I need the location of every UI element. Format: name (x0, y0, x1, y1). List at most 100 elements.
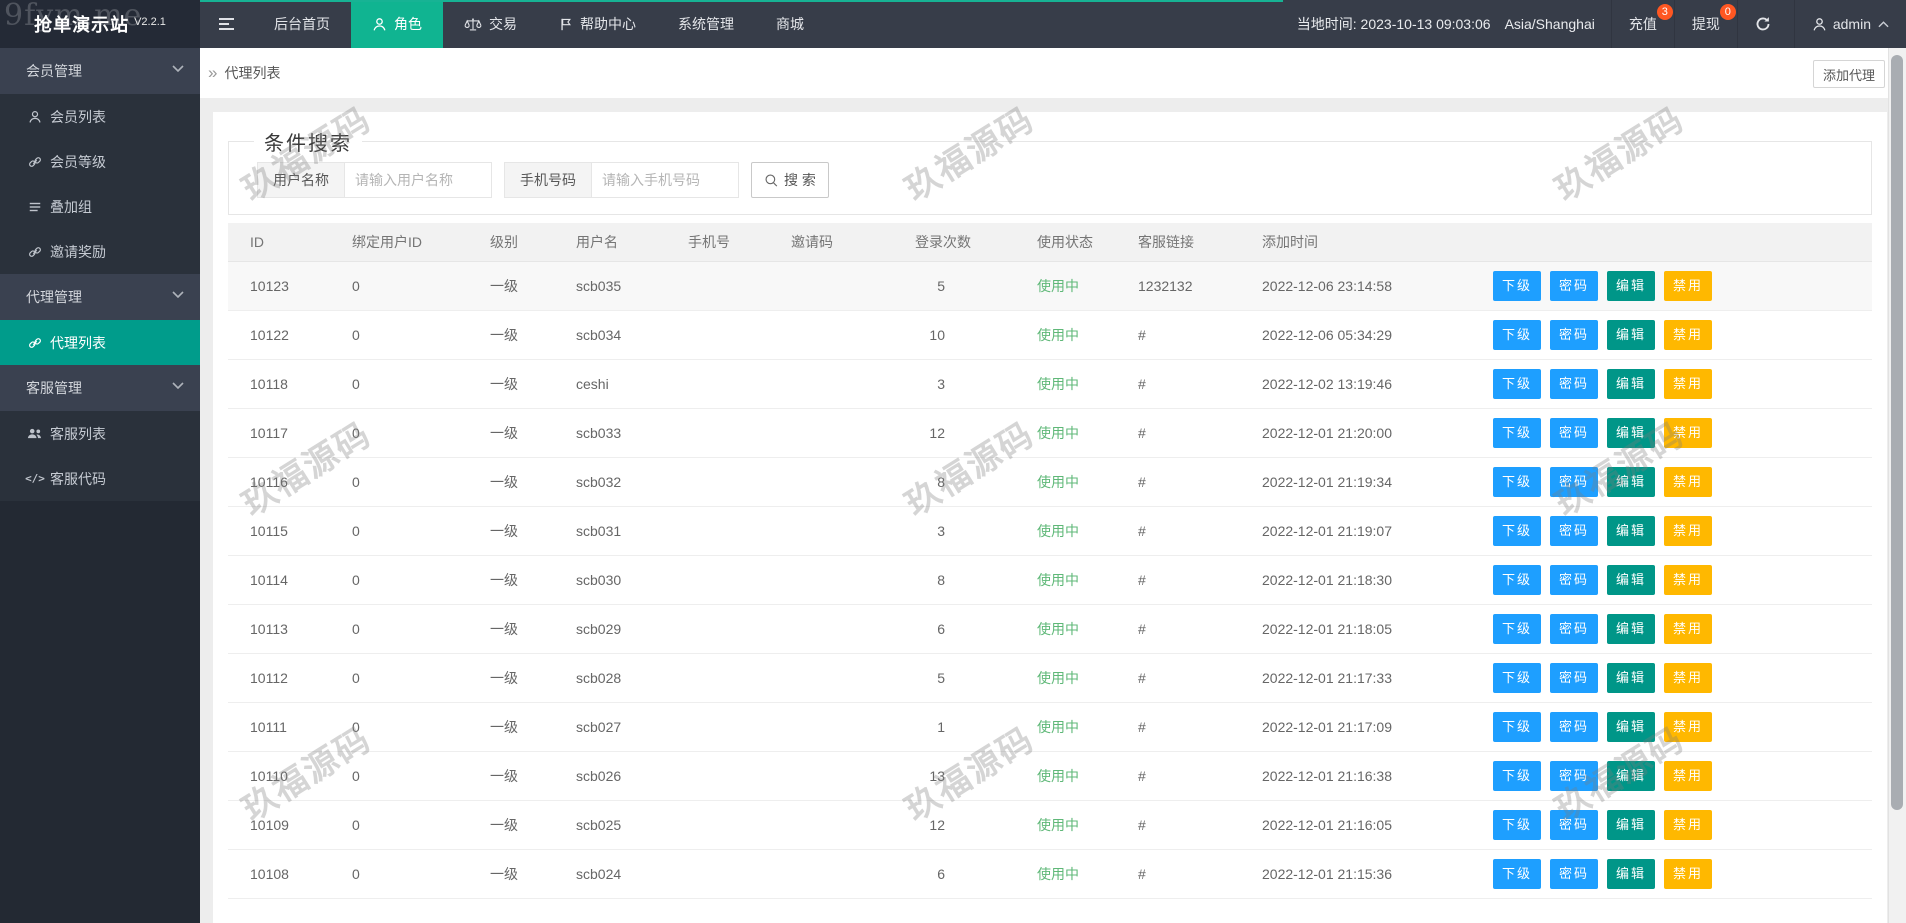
nav-item-1[interactable]: 角色 (351, 0, 443, 48)
action-button-禁用[interactable]: 禁用 (1664, 369, 1713, 399)
action-button-密码[interactable]: 密码 (1550, 516, 1599, 546)
action-button-密码[interactable]: 密码 (1550, 614, 1599, 644)
cell-service_link: 1232132 (1138, 261, 1262, 311)
cell-username: scb029 (576, 604, 688, 654)
refresh-button[interactable] (1736, 0, 1794, 48)
scrollbar-thumb[interactable] (1891, 55, 1903, 810)
recharge-button[interactable]: 充值 3 (1610, 0, 1674, 48)
sidebar-item-label: 邀请奖励 (50, 243, 106, 260)
nav-item-4[interactable]: 系统管理 (657, 0, 755, 48)
action-button-禁用[interactable]: 禁用 (1664, 810, 1713, 840)
sidebar-item-代理列表[interactable]: 代理列表 (0, 320, 200, 365)
action-button-禁用[interactable]: 禁用 (1664, 516, 1713, 546)
table-header-row: ID 绑定用户ID 级别 用户名 手机号 邀请码 登录次数 使用状态 客服链接 添加时间 (228, 223, 1872, 262)
sidebar-group-1[interactable]: 代理管理 (0, 274, 200, 320)
action-button-密码[interactable]: 密码 (1550, 467, 1599, 497)
action-button-编辑[interactable]: 编辑 (1607, 271, 1656, 301)
sidebar-item-邀请奖励[interactable]: 邀请奖励 (0, 229, 200, 274)
action-button-下级[interactable]: 下级 (1493, 810, 1542, 840)
action-button-禁用[interactable]: 禁用 (1664, 761, 1713, 791)
action-button-编辑[interactable]: 编辑 (1607, 810, 1656, 840)
action-button-密码[interactable]: 密码 (1550, 859, 1599, 889)
action-button-下级[interactable]: 下级 (1493, 516, 1542, 546)
cell-service_link: # (1138, 800, 1262, 850)
add-agent-button[interactable]: 添加代理 (1812, 60, 1885, 88)
action-button-编辑[interactable]: 编辑 (1607, 859, 1656, 889)
nav-item-2[interactable]: 交易 (443, 0, 538, 48)
cell-phone (688, 310, 791, 360)
cell-level: 一级 (490, 457, 576, 507)
action-button-密码[interactable]: 密码 (1550, 761, 1599, 791)
action-button-下级[interactable]: 下级 (1493, 418, 1542, 448)
collapse-menu-button[interactable] (200, 0, 253, 48)
action-button-编辑[interactable]: 编辑 (1607, 369, 1656, 399)
action-button-下级[interactable]: 下级 (1493, 663, 1542, 693)
cell-status: 使用中 (1037, 751, 1138, 801)
nav-item-3[interactable]: 帮助中心 (538, 0, 657, 48)
action-button-密码[interactable]: 密码 (1550, 320, 1599, 350)
action-button-下级[interactable]: 下级 (1493, 614, 1542, 644)
withdraw-button[interactable]: 提现 0 (1673, 0, 1737, 48)
cell-level: 一级 (490, 506, 576, 556)
sidebar-item-会员列表[interactable]: 会员列表 (0, 94, 200, 139)
action-button-编辑[interactable]: 编辑 (1607, 320, 1656, 350)
action-button-下级[interactable]: 下级 (1493, 369, 1542, 399)
action-button-编辑[interactable]: 编辑 (1607, 418, 1656, 448)
action-button-禁用[interactable]: 禁用 (1664, 614, 1713, 644)
cell-status: 使用中 (1037, 604, 1138, 654)
action-button-下级[interactable]: 下级 (1493, 320, 1542, 350)
action-button-下级[interactable]: 下级 (1493, 467, 1542, 497)
cell-username: scb027 (576, 702, 688, 752)
sidebar-item-客服列表[interactable]: 客服列表 (0, 411, 200, 456)
action-button-编辑[interactable]: 编辑 (1607, 712, 1656, 742)
cell-id: 10123 (228, 261, 352, 311)
nav-item-5[interactable]: 商城 (755, 0, 825, 48)
sidebar-item-会员等级[interactable]: 会员等级 (0, 139, 200, 184)
search-button[interactable]: 搜 索 (751, 162, 829, 198)
withdraw-label: 提现 (1691, 16, 1720, 32)
sidebar-item-客服代码[interactable]: </> 客服代码 (0, 456, 200, 501)
sidebar: 会员管理 会员列表 会员等级 叠加组邀请奖励代理管理 代理列表 客服管理 客服列表 </> 客服… (0, 48, 200, 923)
cell-id: 10116 (228, 457, 352, 507)
action-button-编辑[interactable]: 编辑 (1607, 565, 1656, 595)
action-button-下级[interactable]: 下级 (1493, 712, 1542, 742)
action-button-下级[interactable]: 下级 (1493, 271, 1542, 301)
action-button-密码[interactable]: 密码 (1550, 663, 1599, 693)
username-input[interactable] (345, 162, 492, 198)
action-button-密码[interactable]: 密码 (1550, 369, 1599, 399)
action-button-下级[interactable]: 下级 (1493, 565, 1542, 595)
user-menu[interactable]: admin (1793, 0, 1906, 48)
cell-bind_user_id: 0 (352, 457, 490, 507)
phone-input[interactable] (592, 162, 739, 198)
action-button-编辑[interactable]: 编辑 (1607, 467, 1656, 497)
action-button-禁用[interactable]: 禁用 (1664, 418, 1713, 448)
action-button-编辑[interactable]: 编辑 (1607, 761, 1656, 791)
action-button-密码[interactable]: 密码 (1550, 810, 1599, 840)
action-button-密码[interactable]: 密码 (1550, 565, 1599, 595)
action-button-密码[interactable]: 密码 (1550, 418, 1599, 448)
action-button-密码[interactable]: 密码 (1550, 712, 1599, 742)
action-button-编辑[interactable]: 编辑 (1607, 516, 1656, 546)
cell-id: 10110 (228, 751, 352, 801)
cell-service_link: # (1138, 604, 1262, 654)
vertical-scrollbar[interactable] (1888, 48, 1906, 923)
action-button-禁用[interactable]: 禁用 (1664, 859, 1713, 889)
action-button-禁用[interactable]: 禁用 (1664, 271, 1713, 301)
action-button-编辑[interactable]: 编辑 (1607, 663, 1656, 693)
cell-bind_user_id: 0 (352, 408, 490, 458)
action-button-禁用[interactable]: 禁用 (1664, 320, 1713, 350)
action-button-下级[interactable]: 下级 (1493, 761, 1542, 791)
action-button-下级[interactable]: 下级 (1493, 859, 1542, 889)
sidebar-group-0[interactable]: 会员管理 (0, 48, 200, 94)
action-button-禁用[interactable]: 禁用 (1664, 467, 1713, 497)
search-icon (764, 173, 779, 188)
sidebar-item-叠加组[interactable]: 叠加组 (0, 184, 200, 229)
action-button-编辑[interactable]: 编辑 (1607, 614, 1656, 644)
action-button-禁用[interactable]: 禁用 (1664, 663, 1713, 693)
action-button-密码[interactable]: 密码 (1550, 271, 1599, 301)
action-button-禁用[interactable]: 禁用 (1664, 565, 1713, 595)
nav-item-0[interactable]: 后台首页 (253, 0, 351, 48)
action-button-禁用[interactable]: 禁用 (1664, 712, 1713, 742)
table-row: 10109 0 一级 scb025 12 使用中 #2022-12-01 21:16:05 下… (228, 800, 1872, 850)
sidebar-group-2[interactable]: 客服管理 (0, 365, 200, 411)
